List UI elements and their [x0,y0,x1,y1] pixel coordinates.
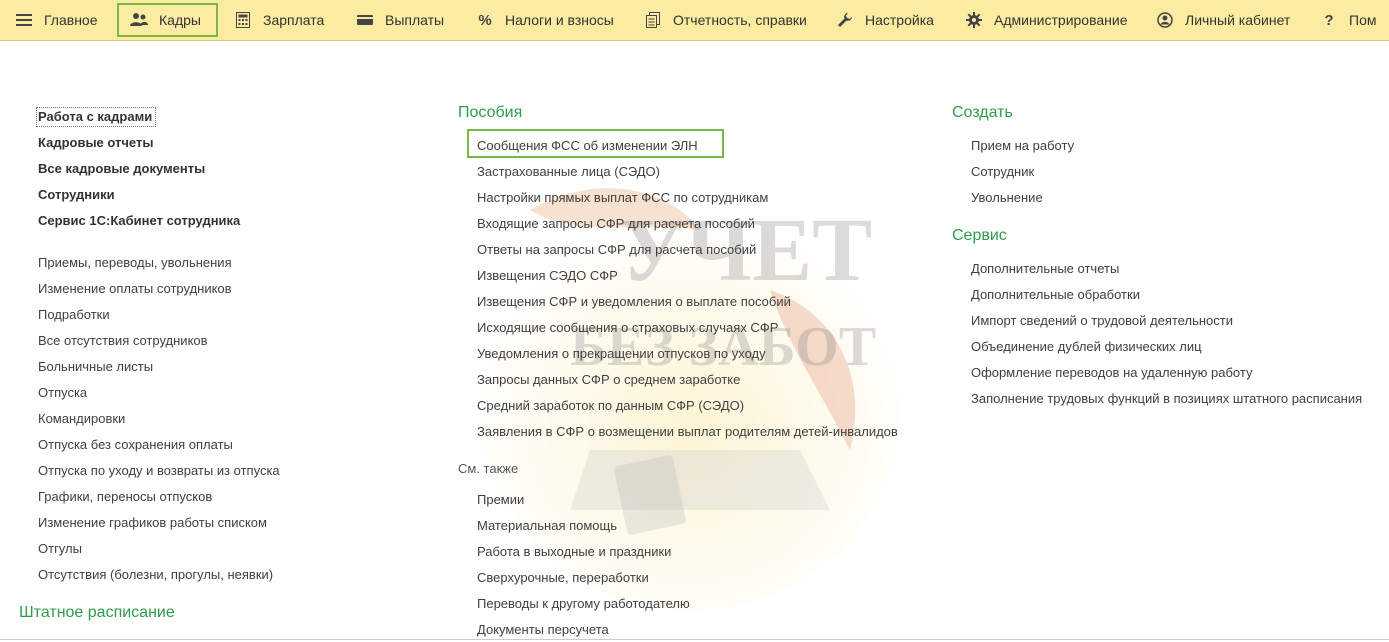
section-create: Создать [952,104,1013,121]
reports-icon [643,10,663,30]
menu-item-main[interactable]: Главное [14,0,98,40]
link-average-earnings-requests[interactable]: Запросы данных СФР о среднем заработке [477,372,740,388]
link-vacations[interactable]: Отпуска [38,385,87,401]
menu-item-label: Налоги и взносы [505,12,614,28]
hamburger-icon [14,10,34,30]
link-employee-cabinet-service[interactable]: Сервис 1С:Кабинет сотрудника [38,213,240,229]
link-hires-transfers-dismissals[interactable]: Приемы, переводы, увольнения [38,255,232,271]
link-all-hr-documents[interactable]: Все кадровые документы [38,161,205,177]
menu-item-label: Кадры [159,12,201,28]
menu-item-salary[interactable]: Зарплата [233,0,324,40]
link-vacation-schedules[interactable]: Графики, переносы отпусков [38,489,212,505]
calculator-icon [233,10,253,30]
link-disabled-children-claims[interactable]: Заявления в СФР о возмещении выплат роди… [477,424,898,440]
link-direct-payments-settings[interactable]: Настройки прямых выплат ФСС по сотрудник… [477,190,768,206]
menu-item-taxes[interactable]: % Налоги и взносы [475,0,614,40]
link-overtime[interactable]: Сверхурочные, переработки [477,570,649,586]
user-circle-icon [1155,10,1175,30]
link-hr-reports[interactable]: Кадровые отчеты [38,135,153,151]
wrench-icon [835,10,855,30]
link-create-hire[interactable]: Прием на работу [971,138,1074,154]
link-outgoing-insurance-messages[interactable]: Исходящие сообщения о страховых случаях … [477,320,778,336]
menu-item-label: Главное [44,12,98,28]
link-fill-labor-functions[interactable]: Заполнение трудовых функций в позициях ш… [971,391,1362,407]
menu-item-administration[interactable]: Администрирование [964,0,1128,40]
link-sick-leaves[interactable]: Больничные листы [38,359,153,375]
bottom-divider [0,639,1389,640]
link-transfers-other-employer[interactable]: Переводы к другому работодателю [477,596,690,612]
menu-item-personal-account[interactable]: Личный кабинет [1155,0,1290,40]
link-incoming-sfr-requests[interactable]: Входящие запросы СФР для расчета пособий [477,216,755,232]
section-benefits: Пособия [458,104,523,121]
link-pay-changes[interactable]: Изменение оплаты сотрудников [38,281,232,297]
link-additional-processing[interactable]: Дополнительные обработки [971,287,1140,303]
section-service: Сервис [952,227,1007,244]
section-staff-schedule[interactable]: Штатное расписание [19,603,175,623]
link-leave-termination-notices[interactable]: Уведомления о прекращении отпусков по ух… [477,346,766,362]
link-unpaid-leaves[interactable]: Отпуска без сохранения оплаты [38,437,233,453]
link-create-employee[interactable]: Сотрудник [971,164,1034,180]
link-parental-leaves[interactable]: Отпуска по уходу и возвраты из отпуска [38,463,280,479]
menu-item-settings[interactable]: Настройка [835,0,934,40]
link-sfr-payment-notices[interactable]: Извещения СФР и уведомления о выплате по… [477,294,791,310]
wallet-icon [355,10,375,30]
menu-item-hr[interactable]: Кадры [117,3,218,37]
link-business-trips[interactable]: Командировки [38,411,125,427]
gear-icon [964,10,984,30]
link-insured-persons[interactable]: Застрахованные лица (СЭДО) [477,164,660,180]
link-bonuses[interactable]: Премии [477,492,524,508]
menu-item-label: Настройка [865,12,934,28]
link-weekend-work[interactable]: Работа в выходные и праздники [477,544,671,560]
menu-item-payments[interactable]: Выплаты [355,0,444,40]
menu-item-label: Администрирование [994,12,1128,28]
percent-icon: % [478,11,492,29]
link-merge-duplicates[interactable]: Объединение дублей физических лиц [971,339,1202,355]
link-fss-eln-messages[interactable]: Сообщения ФСС об изменении ЭЛН [477,138,698,154]
question-icon: ? [1324,11,1334,29]
menu-item-label: Отчетность, справки [673,12,807,28]
menu-item-label: Личный кабинет [1185,12,1291,28]
menu-item-help[interactable]: ? Пом [1319,0,1376,40]
link-import-labor-activity[interactable]: Импорт сведений о трудовой деятельности [971,313,1233,329]
top-menu-bar: Главное Кадры Зарплата Выплаты % Налоги … [0,0,1389,41]
link-material-aid[interactable]: Материальная помощь [477,518,617,534]
link-time-off[interactable]: Отгулы [38,541,82,557]
menu-item-label: Выплаты [385,12,445,28]
link-remote-work-transfers[interactable]: Оформление переводов на удаленную работу [971,365,1252,381]
link-absences-illness[interactable]: Отсутствия (болезни, прогулы, неявки) [38,567,273,583]
link-all-absences[interactable]: Все отсутствия сотрудников [38,333,208,349]
section-see-also: См. также [458,461,519,476]
link-schedule-changes-list[interactable]: Изменение графиков работы списком [38,515,267,531]
link-average-earnings-sedo[interactable]: Средний заработок по данным СФР (СЭДО) [477,398,744,414]
link-additional-reports[interactable]: Дополнительные отчеты [971,261,1119,277]
link-sfr-request-answers[interactable]: Ответы на запросы СФР для расчета пособи… [477,242,756,258]
link-personnel-records-docs[interactable]: Документы персучета [477,622,609,638]
menu-item-label: Зарплата [263,12,325,28]
link-create-dismissal[interactable]: Увольнение [971,190,1043,206]
link-employees[interactable]: Сотрудники [38,187,115,203]
link-side-jobs[interactable]: Подработки [38,307,110,323]
people-icon [129,10,149,30]
menu-item-reports[interactable]: Отчетность, справки [643,0,807,40]
link-hr-work[interactable]: Работа с кадрами [38,109,152,125]
link-sedo-notices[interactable]: Извещения СЭДО СФР [477,268,618,284]
menu-item-label: Пом [1349,12,1377,28]
